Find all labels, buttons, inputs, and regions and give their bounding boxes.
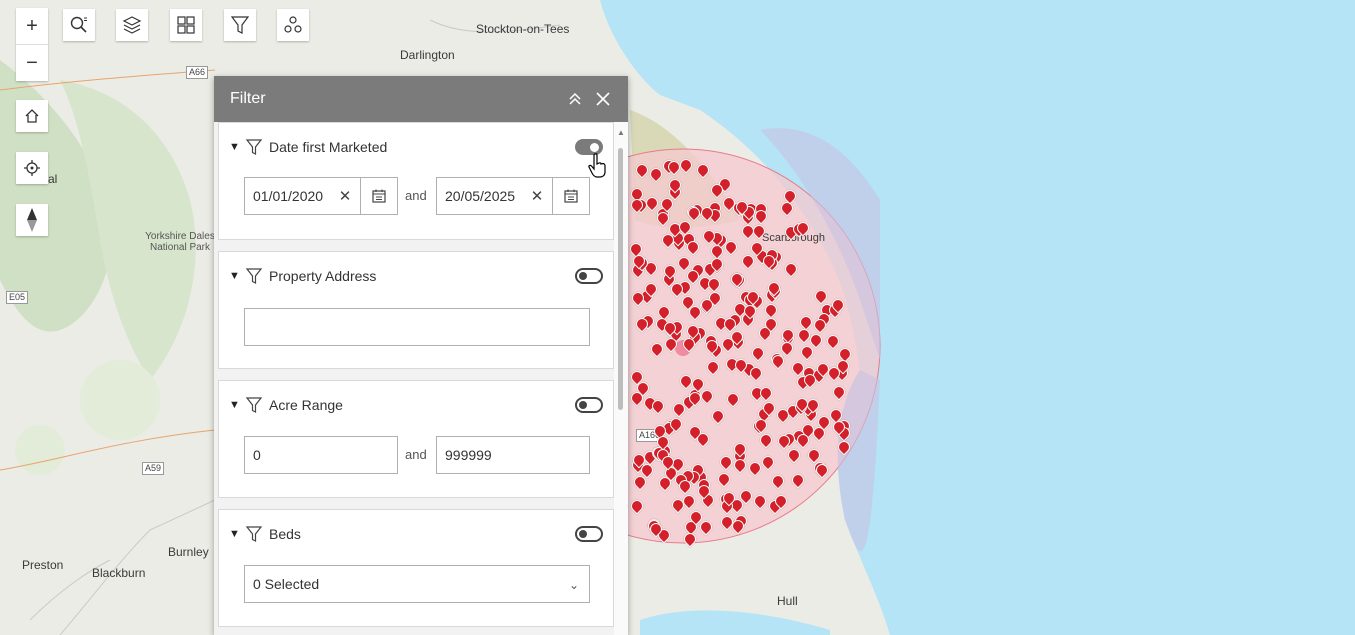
locate-icon: [24, 160, 40, 176]
beds-select[interactable]: 0 Selected ⌄: [244, 565, 590, 603]
search-button[interactable]: [63, 9, 95, 41]
home-icon: [25, 109, 39, 123]
calendar-icon: [372, 189, 386, 203]
road-shield: A66: [186, 66, 209, 79]
place-label: Yorkshire Dales National Park: [145, 231, 215, 253]
place-label: Hull: [777, 594, 798, 608]
road-shield: A59: [142, 462, 165, 475]
filter-toggle[interactable]: [575, 268, 603, 284]
caret-down-icon[interactable]: ▼: [229, 528, 245, 540]
place-label: Blackburn: [92, 566, 146, 580]
calendar-icon: [564, 189, 578, 203]
acre-max-input[interactable]: 999999: [436, 436, 590, 474]
collapse-button[interactable]: [564, 88, 586, 110]
basemap-gallery-icon: [177, 16, 195, 34]
select-icon: [284, 16, 302, 33]
filter-card-header: ▼ Property Address: [229, 266, 603, 286]
filter-title: Date first Marketed: [269, 139, 388, 155]
basemap-gallery-button[interactable]: [170, 9, 202, 41]
zoom-out-button[interactable]: −: [16, 44, 48, 81]
close-button[interactable]: [592, 88, 614, 110]
zoom-control: + −: [16, 8, 48, 81]
place-label: Burnley: [168, 545, 209, 559]
filter-list: ▼ Date first Marketed 01/01/2020 ✕ and 2…: [214, 122, 614, 635]
chevron-double-up-icon: [569, 92, 581, 105]
home-button[interactable]: [16, 100, 48, 132]
and-label: and: [405, 447, 427, 462]
compass-button[interactable]: [16, 204, 48, 236]
filter-card-header: ▼ Date first Marketed: [229, 137, 603, 157]
filter-button[interactable]: [224, 9, 256, 41]
locate-button[interactable]: [16, 152, 48, 184]
acre-min-value: 0: [253, 447, 261, 463]
scroll-up-icon[interactable]: ▲: [617, 128, 625, 137]
filter-title: Beds: [269, 526, 301, 542]
filter-toggle[interactable]: [575, 397, 603, 413]
funnel-icon: [245, 268, 263, 284]
place-label: al: [48, 172, 58, 186]
filter-title: Property Address: [269, 268, 377, 284]
filter-panel-header: Filter: [214, 76, 628, 122]
date-from-value: 01/01/2020: [253, 188, 324, 204]
date-from-input[interactable]: 01/01/2020 ✕: [244, 177, 398, 215]
caret-down-icon[interactable]: ▼: [229, 141, 245, 153]
calendar-button[interactable]: [360, 178, 397, 214]
caret-down-icon[interactable]: ▼: [229, 270, 245, 282]
zoom-in-button[interactable]: +: [16, 8, 48, 44]
funnel-icon: [245, 526, 263, 542]
chevron-down-icon: ⌄: [568, 578, 579, 592]
filter-card-acre-range: ▼ Acre Range 0 and 999999: [218, 380, 614, 498]
select-button[interactable]: [277, 9, 309, 41]
filter-icon: [231, 16, 249, 34]
clear-icon[interactable]: ✕: [528, 187, 546, 205]
calendar-button[interactable]: [552, 178, 589, 214]
hand-cursor-icon: [588, 153, 606, 178]
filter-card-header: ▼ Acre Range: [229, 395, 603, 415]
road-shield: E05: [6, 291, 29, 304]
compass-icon: [27, 208, 37, 232]
acre-max-value: 999999: [445, 447, 492, 463]
map-view[interactable]: Stockton-on-Tees Darlington Scarborough …: [0, 0, 1355, 635]
address-input[interactable]: [244, 308, 590, 346]
filter-panel: Filter ▼ Date first Marketed 01/01/2020 …: [214, 76, 628, 635]
filter-card-header: ▼ Beds: [229, 524, 603, 544]
scrollbar-thumb[interactable]: [618, 148, 623, 410]
filter-card-beds: ▼ Beds 0 Selected ⌄: [218, 509, 614, 627]
filter-panel-title: Filter: [230, 90, 266, 107]
date-to-input[interactable]: 20/05/2025 ✕: [436, 177, 590, 215]
place-label: Darlington: [400, 48, 455, 62]
beds-selected-value: 0 Selected: [253, 576, 320, 592]
funnel-icon: [245, 139, 263, 155]
caret-down-icon[interactable]: ▼: [229, 399, 245, 411]
scrollbar[interactable]: ▲: [614, 122, 628, 635]
search-icon: [70, 16, 87, 33]
map-basemap: [0, 0, 890, 635]
place-label: Preston: [22, 558, 64, 572]
filter-toggle[interactable]: [575, 526, 603, 542]
and-label: and: [405, 188, 427, 203]
date-to-value: 20/05/2025: [445, 188, 516, 204]
filter-card-date-first-marketed: ▼ Date first Marketed 01/01/2020 ✕ and 2…: [218, 122, 614, 240]
filter-title: Acre Range: [269, 397, 343, 413]
layers-icon: [122, 16, 142, 34]
funnel-icon: [245, 397, 263, 413]
filter-card-property-address: ▼ Property Address: [218, 251, 614, 369]
close-icon: [596, 92, 610, 106]
place-label: Stockton-on-Tees: [476, 22, 570, 36]
layers-button[interactable]: [116, 9, 148, 41]
clear-icon[interactable]: ✕: [336, 187, 354, 205]
acre-min-input[interactable]: 0: [244, 436, 398, 474]
